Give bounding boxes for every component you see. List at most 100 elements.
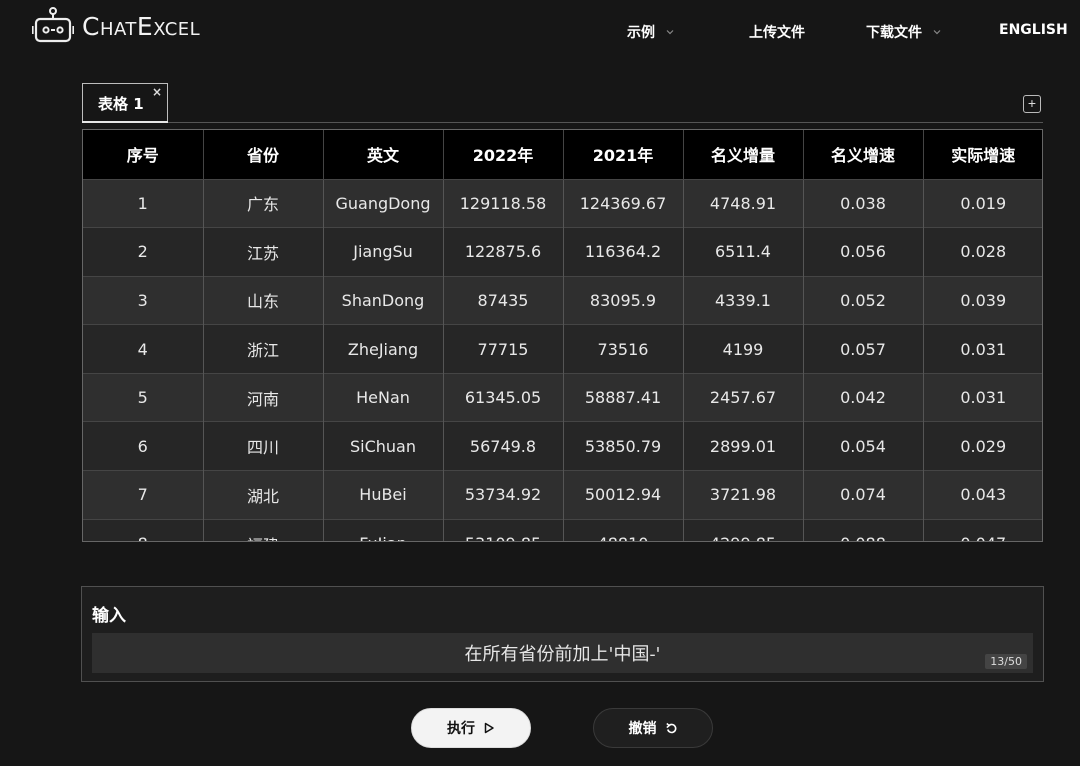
table-cell[interactable]: 江苏 xyxy=(203,227,324,277)
table-cell[interactable]: 0.029 xyxy=(923,421,1042,471)
table-cell[interactable]: 73516 xyxy=(563,324,684,374)
tab-sheet-1[interactable]: 表格 1 × xyxy=(82,83,168,123)
column-header[interactable]: 实际增速 xyxy=(923,130,1042,179)
undo-button-label: 撤销 xyxy=(628,721,657,737)
table-cell[interactable]: 0.052 xyxy=(803,275,924,325)
table-cell[interactable]: 3721.98 xyxy=(683,470,804,520)
table-cell[interactable]: 0.054 xyxy=(803,421,924,471)
table-cell[interactable]: 53734.92 xyxy=(443,470,564,520)
table-row[interactable]: 6 四川 SiChuan 56749.8 53850.79 2899.01 0.054 0.0… xyxy=(83,421,1042,471)
table-row[interactable]: 2 江苏 JiangSu 122875.6 116364.2 6511.4 0.056 0.0… xyxy=(83,227,1042,277)
column-header[interactable]: 省份 xyxy=(203,130,324,179)
run-button[interactable]: 执行 xyxy=(411,708,531,748)
run-button-label: 执行 xyxy=(447,721,475,737)
table-cell[interactable]: 56749.8 xyxy=(443,421,564,471)
table-cell[interactable]: 0.056 xyxy=(803,227,924,277)
nav-upload-label: 上传文件 xyxy=(749,25,805,41)
table-cell[interactable]: 87435 xyxy=(443,275,564,325)
table-cell[interactable]: 50012.94 xyxy=(563,470,684,520)
table-cell[interactable]: 0.047 xyxy=(923,518,1042,541)
table-cell[interactable]: 0.088 xyxy=(803,518,924,541)
column-header[interactable]: 序号 xyxy=(83,130,204,179)
data-table[interactable]: 序号 省份 英文 2022年 2021年 名义增量 名义增速 实际增速 1 广东 G… xyxy=(82,129,1043,542)
table-cell[interactable]: 2457.67 xyxy=(683,372,804,422)
table-cell[interactable]: JiangSu xyxy=(323,227,444,277)
table-cell[interactable]: 53850.79 xyxy=(563,421,684,471)
table-cell[interactable]: 四川 xyxy=(203,421,324,471)
column-header[interactable]: 英文 xyxy=(323,130,444,179)
table-cell[interactable]: 4 xyxy=(83,324,204,374)
table-cell[interactable]: 116364.2 xyxy=(563,227,684,277)
table-cell[interactable]: 0.042 xyxy=(803,372,924,422)
table-cell[interactable]: 0.031 xyxy=(923,372,1042,422)
table-cell[interactable]: 6511.4 xyxy=(683,227,804,277)
table-cell[interactable]: SiChuan xyxy=(323,421,444,471)
table-cell[interactable]: HeNan xyxy=(323,372,444,422)
table-cell[interactable]: 122875.6 xyxy=(443,227,564,277)
table-cell[interactable]: 浙江 xyxy=(203,324,324,374)
table-cell[interactable]: 2 xyxy=(83,227,204,277)
table-cell[interactable]: 7 xyxy=(83,470,204,520)
table-cell[interactable]: 0.057 xyxy=(803,324,924,374)
table-cell[interactable]: 4748.91 xyxy=(683,178,804,228)
table-cell[interactable]: 124369.67 xyxy=(563,178,684,228)
table-cell[interactable]: 83095.9 xyxy=(563,275,684,325)
table-cell[interactable]: ShanDong xyxy=(323,275,444,325)
close-icon[interactable]: × xyxy=(152,85,162,99)
table-cell[interactable]: GuangDong xyxy=(323,178,444,228)
add-tab-button[interactable]: + xyxy=(1023,95,1041,113)
table-row[interactable]: 3 山东 ShanDong 87435 83095.9 4339.1 0.052 0.039 xyxy=(83,275,1042,325)
table-cell[interactable]: 0.039 xyxy=(923,275,1042,325)
table-row[interactable]: 1 广东 GuangDong 129118.58 124369.67 4748.91 0.0… xyxy=(83,178,1042,228)
table-cell[interactable]: 0.038 xyxy=(803,178,924,228)
table-cell[interactable]: 0.043 xyxy=(923,470,1042,520)
table-cell[interactable]: 0.028 xyxy=(923,227,1042,277)
table-cell[interactable]: 4339.1 xyxy=(683,275,804,325)
nav-english-label: ENGLISH xyxy=(999,22,1068,38)
table-cell[interactable]: FuJian xyxy=(323,518,444,541)
table-cell[interactable]: 77715 xyxy=(443,324,564,374)
command-input[interactable]: 在所有省份前加上'中国-' 13/50 xyxy=(92,633,1033,673)
table-row[interactable]: 5 河南 HeNan 61345.05 58887.41 2457.67 0.042 0.03… xyxy=(83,372,1042,422)
tab-label: 表格 1 xyxy=(98,95,144,113)
table-row[interactable]: 7 湖北 HuBei 53734.92 50012.94 3721.98 0.074 0.04… xyxy=(83,470,1042,520)
nav-upload-file[interactable]: 上传文件 xyxy=(749,22,805,42)
table-cell[interactable]: 3 xyxy=(83,275,204,325)
table-cell[interactable]: 4199 xyxy=(683,324,804,374)
table-cell[interactable]: 湖北 xyxy=(203,470,324,520)
table-cell[interactable]: 广东 xyxy=(203,178,324,228)
logo[interactable]: ChatExcel xyxy=(32,6,200,46)
table-row[interactable]: 4 浙江 ZheJiang 77715 73516 4199 0.057 0.031 xyxy=(83,324,1042,374)
chevron-down-icon xyxy=(933,30,941,35)
column-header[interactable]: 2021年 xyxy=(563,130,684,179)
table-cell[interactable]: 0.019 xyxy=(923,178,1042,228)
table-cell[interactable]: 8 xyxy=(83,518,204,541)
undo-button[interactable]: 撤销 xyxy=(593,708,713,748)
table-cell[interactable]: 129118.58 xyxy=(443,178,564,228)
table-cell[interactable]: 4299.85 xyxy=(683,518,804,541)
table-cell[interactable]: 1 xyxy=(83,178,204,228)
active-tab-indicator xyxy=(82,121,168,123)
table-cell[interactable]: 0.074 xyxy=(803,470,924,520)
table-cell[interactable]: 0.031 xyxy=(923,324,1042,374)
table-cell[interactable]: 58887.41 xyxy=(563,372,684,422)
table-cell[interactable]: 福建 xyxy=(203,518,324,541)
nav-english[interactable]: ENGLISH xyxy=(999,22,1068,38)
table-cell[interactable]: 2899.01 xyxy=(683,421,804,471)
table-cell[interactable]: 48810 xyxy=(563,518,684,541)
table-cell[interactable]: HuBei xyxy=(323,470,444,520)
nav-examples[interactable]: 示例 xyxy=(627,22,675,42)
table-cell[interactable]: 5 xyxy=(83,372,204,422)
column-header[interactable]: 名义增量 xyxy=(683,130,804,179)
table-cell[interactable]: 山东 xyxy=(203,275,324,325)
column-header[interactable]: 名义增速 xyxy=(803,130,924,179)
column-header[interactable]: 2022年 xyxy=(443,130,564,179)
table-cell[interactable]: 61345.05 xyxy=(443,372,564,422)
table-row[interactable]: 8福建FuJian53109.85488104299.850.0880.047 xyxy=(83,518,1042,541)
table-cell[interactable]: ZheJiang xyxy=(323,324,444,374)
table-cell[interactable]: 53109.85 xyxy=(443,518,564,541)
nav-download-file[interactable]: 下载文件 xyxy=(866,22,942,42)
table-cell[interactable]: 河南 xyxy=(203,372,324,422)
table-cell[interactable]: 6 xyxy=(83,421,204,471)
chevron-down-icon xyxy=(666,30,674,35)
